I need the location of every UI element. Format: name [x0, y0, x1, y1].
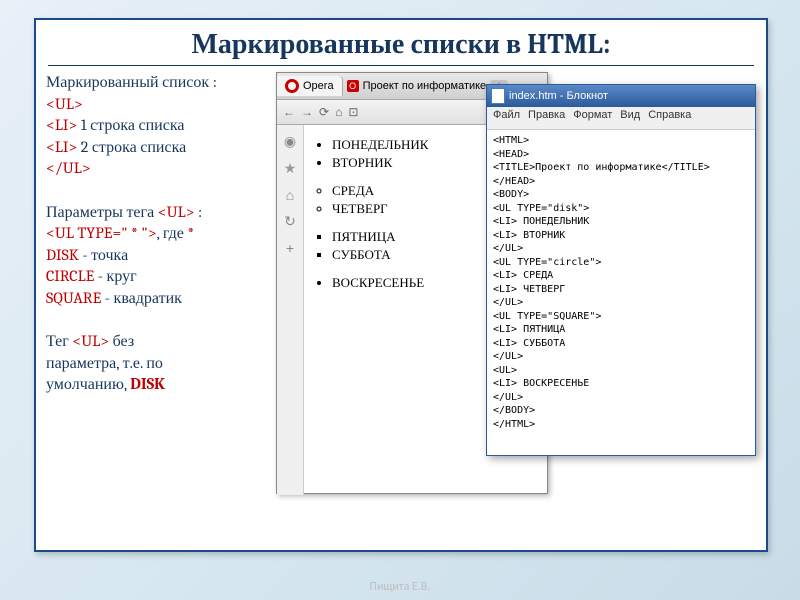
tag-li-2: <LI> — [46, 138, 77, 156]
left-text-column: Маркированный список : <UL> <LI> 1 строк… — [46, 72, 276, 396]
content-row: Маркированный список : <UL> <LI> 1 строк… — [36, 66, 766, 402]
notepad-window: index.htm - Блокнот Файл Правка Формат В… — [486, 84, 756, 456]
right-column: Opera O Проект по информатике + ← → ⟳ ⌂ … — [276, 72, 756, 396]
back-icon[interactable]: ← — [283, 105, 295, 119]
tag-ul-open: <UL> — [46, 95, 83, 113]
menu-format[interactable]: Формат — [573, 109, 612, 127]
reload-icon[interactable]: ⟳ — [319, 105, 329, 119]
tail-1c: без — [109, 332, 134, 350]
disk-kw: DISK — [46, 246, 79, 264]
slide-frame: Маркированные списки в HTML: Маркированн… — [34, 18, 768, 552]
notepad-editor[interactable]: <HTML> <HEAD> <TITLE>Проект по информати… — [487, 130, 755, 435]
menu-view[interactable]: Вид — [620, 109, 640, 127]
notepad-menubar: Файл Правка Формат Вид Справка — [487, 107, 755, 130]
opera-label: Opera — [303, 80, 334, 92]
page-favicon: O — [347, 80, 359, 92]
bookmarks-bar-icon[interactable]: ⊡ — [348, 105, 358, 119]
menu-file[interactable]: Файл — [493, 109, 520, 127]
notepad-icon — [491, 88, 505, 104]
star-icon[interactable]: ★ — [284, 160, 297, 177]
params-colon: : — [194, 203, 202, 221]
opera-menu-tab[interactable]: Opera — [277, 76, 343, 96]
panel-icon[interactable]: ◉ — [284, 133, 296, 150]
params-syntax: <UL TYPE=" * "> — [46, 224, 157, 242]
home-icon[interactable]: ⌂ — [335, 105, 342, 119]
params-star: * — [187, 224, 194, 242]
tail-tag: <UL> — [72, 332, 109, 350]
square-kw: SQUARE — [46, 289, 101, 307]
notepad-titlebar[interactable]: index.htm - Блокнот — [487, 85, 755, 107]
panel-icon[interactable]: ⌂ — [286, 187, 294, 203]
li-text-2: 2 строка списка — [77, 138, 186, 156]
params-where: , где — [157, 224, 188, 242]
tail-1a: Тег — [46, 332, 72, 350]
intro-line: Маркированный список : — [46, 72, 276, 94]
notepad-title-text: index.htm - Блокнот — [509, 90, 608, 102]
slide-title: Маркированные списки в HTML: — [48, 20, 754, 66]
circle-desc: - круг — [94, 267, 136, 285]
square-desc: - квадратик — [101, 289, 182, 307]
tag-li-1: <LI> — [46, 116, 77, 134]
slide-footer: Пищита Е.В. — [0, 580, 800, 594]
tag-ul-close: </UL> — [46, 159, 91, 177]
tail-2: параметра, т.е. по — [46, 353, 276, 375]
params-label: Параметры тега — [46, 203, 158, 221]
browser-side-panel: ◉ ★ ⌂ ↻ + — [277, 125, 304, 495]
forward-icon[interactable]: → — [301, 105, 313, 119]
disk-desc: - точка — [79, 246, 128, 264]
panel-add-icon[interactable]: + — [286, 240, 294, 256]
tab-title[interactable]: Проект по информатике — [363, 80, 487, 92]
panel-icon[interactable]: ↻ — [284, 213, 296, 230]
tail-3a: умолчанию, — [46, 375, 130, 393]
li-text-1: 1 строка списка — [77, 116, 184, 134]
tail-disk: DISK — [130, 375, 165, 393]
circle-kw: CIRCLE — [46, 267, 94, 285]
menu-help[interactable]: Справка — [648, 109, 691, 127]
menu-edit[interactable]: Правка — [528, 109, 565, 127]
params-tag: <UL> — [158, 203, 195, 221]
opera-icon — [285, 79, 299, 93]
